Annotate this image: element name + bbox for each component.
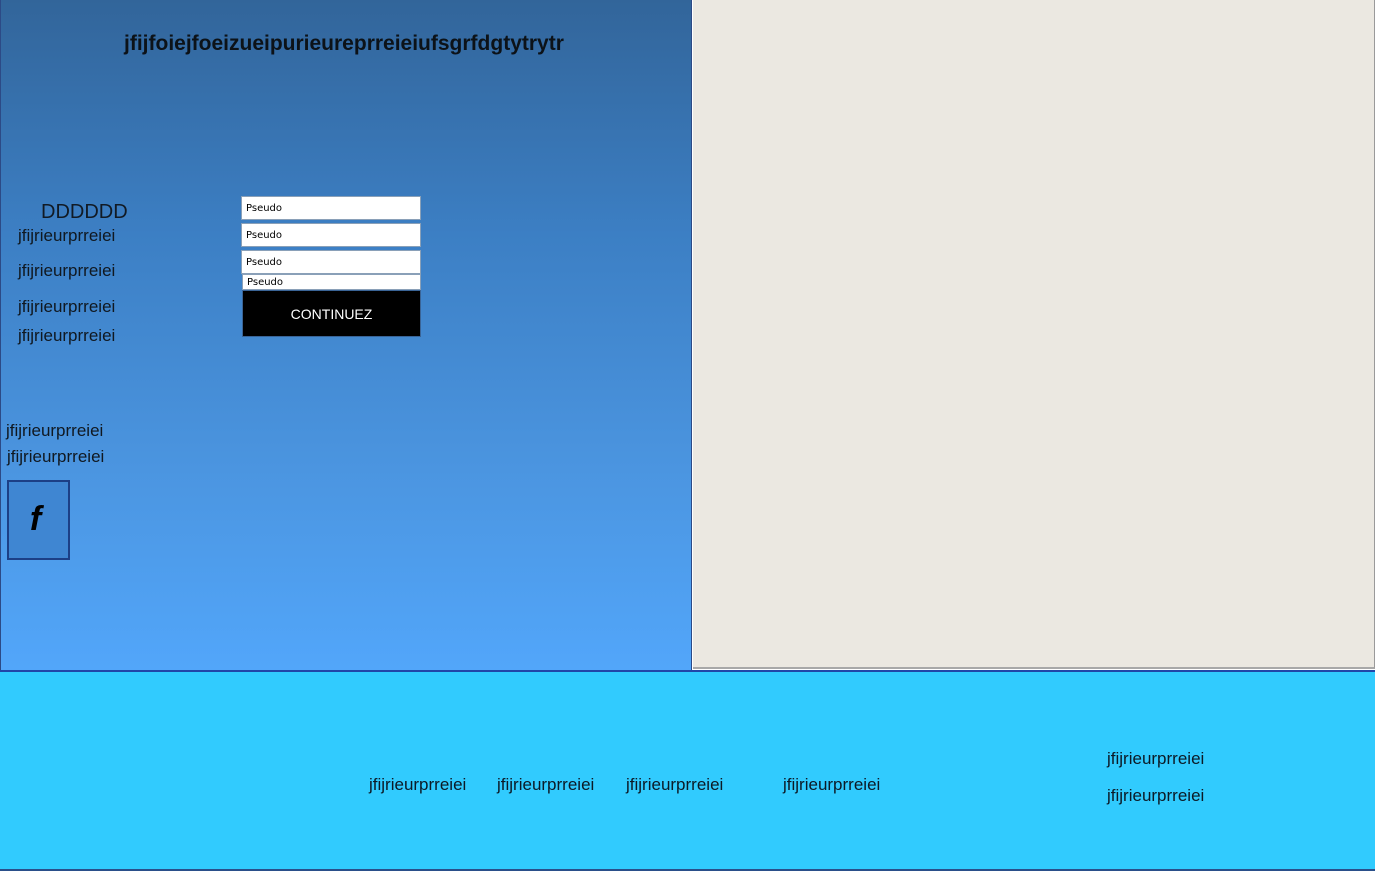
- pseudo-input-4[interactable]: [242, 274, 421, 290]
- page-title: jfijfoiejfoeizueipurieureprreieiufsgrfdg…: [124, 32, 564, 55]
- content-panel: [693, 0, 1375, 669]
- continue-button[interactable]: CONTINUEZ: [242, 290, 421, 337]
- footer-link-3[interactable]: jfijrieurprreiei: [626, 775, 723, 795]
- pseudo-input-1[interactable]: [241, 196, 421, 220]
- sidebar-bottom-link-2[interactable]: jfijrieurprreiei: [7, 447, 104, 467]
- sidebar-link-4[interactable]: jfijrieurprreiei: [18, 326, 115, 346]
- footer-right-link-1[interactable]: jfijrieurprreiei: [1107, 749, 1204, 769]
- facebook-icon: f: [29, 499, 42, 538]
- left-panel: jfijfoiejfoeizueipurieureprreieiufsgrfdg…: [0, 0, 692, 670]
- footer-link-1[interactable]: jfijrieurprreiei: [369, 775, 466, 795]
- footer-link-4[interactable]: jfijrieurprreiei: [783, 775, 880, 795]
- footer-link-2[interactable]: jfijrieurprreiei: [497, 775, 594, 795]
- sidebar-bottom-link-1[interactable]: jfijrieurprreiei: [6, 421, 103, 441]
- facebook-button[interactable]: f: [7, 480, 70, 560]
- pseudo-input-3[interactable]: [241, 250, 421, 274]
- sidebar-link-2[interactable]: jfijrieurprreiei: [18, 261, 115, 281]
- footer-right-link-2[interactable]: jfijrieurprreiei: [1107, 786, 1204, 806]
- footer: jfijrieurprreiei jfijrieurprreiei jfijri…: [0, 670, 1375, 871]
- sidebar-link-3[interactable]: jfijrieurprreiei: [18, 297, 115, 317]
- sidebar-link-1[interactable]: jfijrieurprreiei: [18, 226, 115, 246]
- pseudo-input-2[interactable]: [241, 223, 421, 247]
- page: jfijfoiejfoeizueipurieureprreieiufsgrfdg…: [0, 0, 1375, 871]
- section-heading: DDDDDD: [41, 201, 128, 223]
